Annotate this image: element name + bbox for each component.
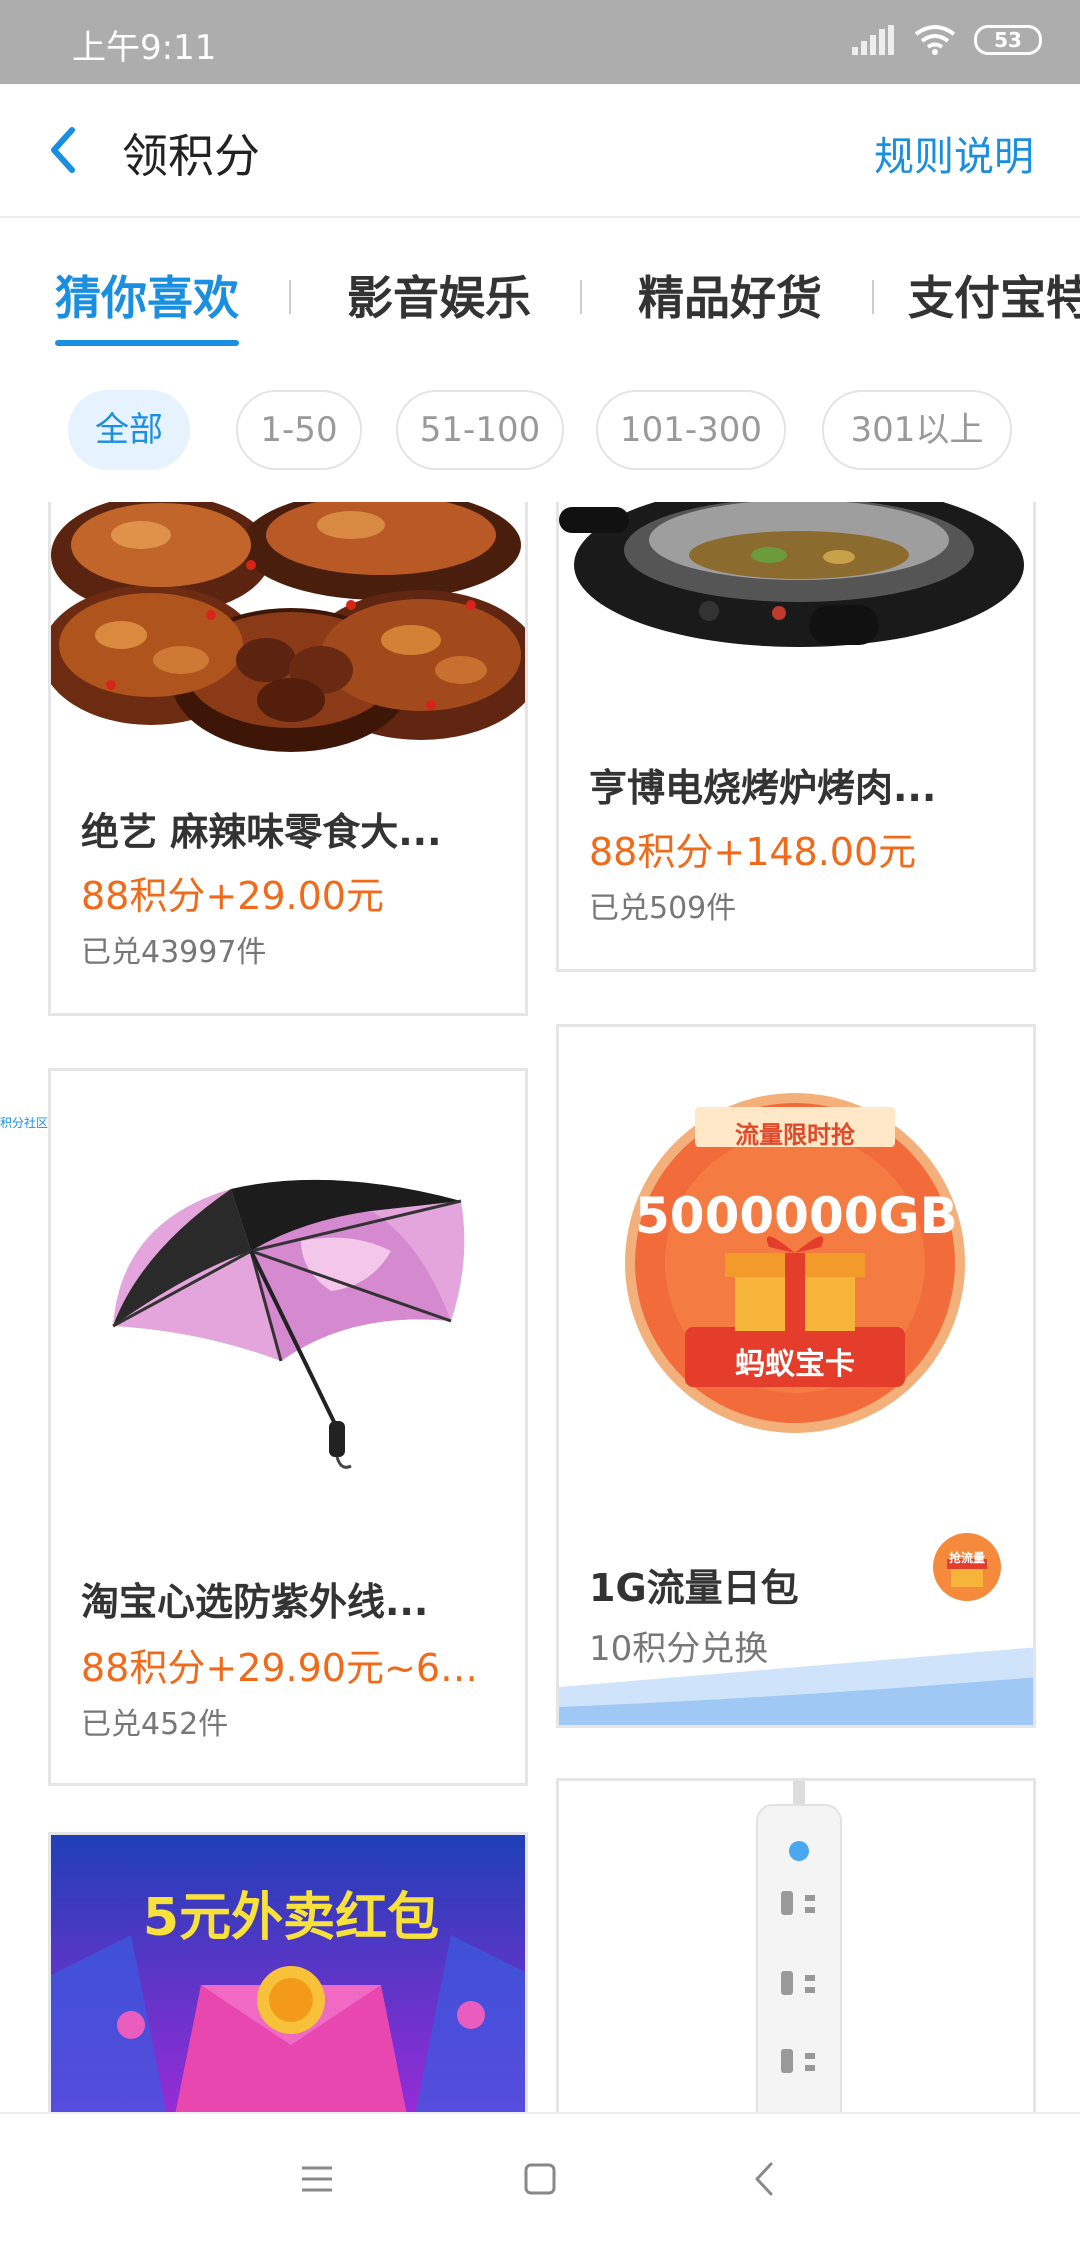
status-time: 上午9:11 — [72, 28, 217, 68]
tab-divider — [580, 280, 582, 314]
product-name: 淘宝心选防紫外线... — [81, 1580, 429, 1624]
product-card[interactable]: 亨博电烧烤炉烤肉... 88积分+148.00元 已兑509件 — [556, 502, 1036, 972]
product-card[interactable]: 绝艺 麻辣味零食大... 88积分+29.00元 已兑43997件 — [48, 502, 528, 1016]
header: 领积分 规则说明 — [0, 84, 1080, 218]
tab-divider — [872, 280, 874, 314]
tab-alipay-special[interactable]: 支付宝特 — [908, 262, 1080, 328]
product-card[interactable] — [556, 1778, 1036, 2112]
filter-chip-1-50[interactable]: 1-50 — [236, 390, 362, 470]
system-navigation-bar — [0, 2112, 1080, 2244]
product-price: 88积分+29.90元~69.... — [81, 1646, 501, 1690]
filter-chip-301-plus[interactable]: 301以上 — [822, 390, 1012, 470]
product-price: 88积分+29.00元 — [81, 874, 384, 918]
product-card[interactable]: 流量限时抢 5000000GB 蚂蚁宝卡 抢流量 1G流量日包 10积分兑换 — [556, 1024, 1036, 1728]
product-name: 1G流量日包 — [589, 1566, 799, 1610]
product-image-umbrella — [51, 1071, 525, 1511]
filter-chip-101-300[interactable]: 101-300 — [596, 390, 786, 470]
filter-chip-all[interactable]: 全部 — [68, 390, 190, 470]
rules-link[interactable]: 规则说明 — [874, 124, 1034, 182]
product-card[interactable]: 淘宝心选防紫外线... 88积分+29.90元~69.... 已兑452件 — [48, 1068, 528, 1786]
product-sold-count: 已兑43997件 — [81, 935, 267, 970]
product-image-spicy-snacks — [51, 502, 525, 765]
promo-brand: 蚂蚁宝卡 — [735, 1347, 855, 1382]
tab-divider — [289, 280, 291, 314]
back-arrow-icon[interactable] — [40, 120, 88, 180]
status-icons: 53 — [852, 24, 1042, 56]
promo-badge: 抢流量 — [948, 1551, 985, 1565]
product-price: 10积分兑换 — [589, 1629, 769, 1669]
filter-chip-51-100[interactable]: 51-100 — [396, 390, 564, 470]
back-icon[interactable] — [741, 2154, 791, 2204]
wifi-icon — [914, 25, 956, 55]
category-tabs: 猜你喜欢 影音娱乐 精品好货 支付宝特 — [0, 218, 1080, 352]
product-name: 亨博电烧烤炉烤肉... — [589, 766, 937, 810]
product-sold-count: 已兑452件 — [81, 1707, 229, 1742]
tab-quality-goods[interactable]: 精品好货 — [638, 262, 822, 328]
tab-entertainment[interactable]: 影音娱乐 — [347, 262, 531, 328]
home-icon[interactable] — [515, 2154, 565, 2204]
status-bar: 上午9:11 53 — [0, 0, 1080, 84]
points-filter-bar: 全部 1-50 51-100 101-300 301以上 — [0, 352, 1080, 502]
side-note: 积分社区 — [0, 1116, 49, 1130]
product-price: 88积分+148.00元 — [589, 830, 917, 874]
product-sold-count: 已兑509件 — [589, 891, 737, 926]
tab-guess-you-like[interactable]: 猜你喜欢 — [55, 262, 239, 328]
signal-icon — [852, 25, 896, 55]
product-card[interactable]: 5元外卖红包 — [48, 1832, 528, 2112]
menu-icon[interactable] — [292, 2154, 342, 2204]
promo-banner-top: 流量限时抢 — [735, 1121, 855, 1149]
page-title: 领积分 — [122, 129, 260, 183]
product-name: 绝艺 麻辣味零食大... — [81, 810, 442, 854]
battery-indicator: 53 — [974, 25, 1042, 55]
promo-big-text: 5000000GB — [635, 1187, 958, 1245]
product-image-electric-grill — [559, 502, 1033, 725]
takeaway-banner-text: 5元外卖红包 — [142, 1888, 440, 1948]
product-grid: 积分社区 绝艺 麻辣味零食大... 88积分+29.00元 已兑43997件 亨… — [0, 502, 1080, 2112]
product-image-power-strip — [559, 1781, 1033, 2112]
active-tab-indicator — [55, 340, 239, 346]
